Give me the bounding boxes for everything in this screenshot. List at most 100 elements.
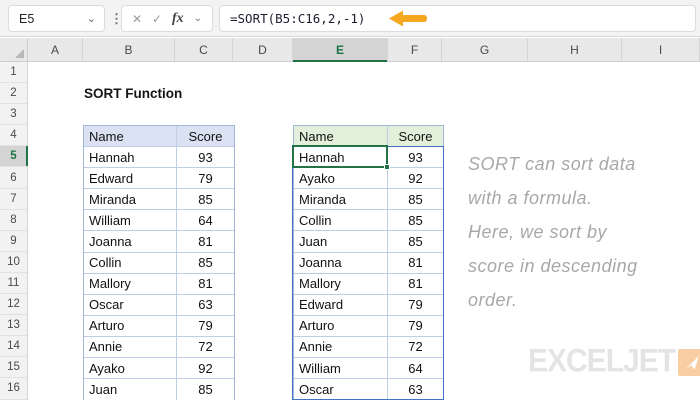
table-cell-score[interactable]: 93	[177, 147, 234, 169]
row-header-1[interactable]: 1	[0, 62, 27, 84]
column-header-C[interactable]: C	[175, 38, 233, 61]
table-cell-name[interactable]: Mallory	[294, 273, 388, 295]
drag-handle-icon: ⋮	[110, 10, 123, 26]
table-cell-score[interactable]: 81	[388, 252, 443, 274]
table-cell-name[interactable]: Collin	[84, 252, 177, 274]
select-all-corner[interactable]	[0, 38, 28, 61]
row-header-7[interactable]: 7	[0, 189, 27, 210]
table-cell-score[interactable]: 79	[388, 315, 443, 337]
table-cell-score[interactable]: 81	[177, 273, 234, 295]
page-title: SORT Function	[84, 86, 183, 101]
table-cell-name[interactable]: Collin	[294, 210, 388, 232]
table-cell-name[interactable]: Edward	[84, 168, 177, 190]
table-cell-name[interactable]: Juan	[294, 231, 388, 253]
table-cell-name[interactable]: Joanna	[84, 231, 177, 253]
column-header-G[interactable]: G	[442, 38, 528, 61]
formula-input[interactable]: =SORT(B5:C16,2,-1)	[219, 5, 696, 32]
table-cell-name[interactable]: William	[294, 358, 388, 380]
table-header-name[interactable]: Name	[294, 126, 388, 148]
table-cell-score[interactable]: 85	[177, 379, 234, 400]
row-header-13[interactable]: 13	[0, 315, 27, 337]
paper-plane-icon	[678, 348, 700, 376]
column-header-I[interactable]: I	[622, 38, 700, 61]
column-header-A[interactable]: A	[28, 38, 83, 61]
table-cell-score[interactable]: 63	[388, 379, 443, 400]
sorted-table: Name Score Hannah 93 Ayako 92 Miranda 85 Collin 8…	[293, 125, 444, 400]
table-cell-name[interactable]: Hannah	[294, 147, 388, 169]
table-cell-name[interactable]: Mallory	[84, 273, 177, 295]
row-headers: 1 2 3 4 5 6 7 8 9 10 11 12 13 14 15 16	[0, 62, 28, 400]
formula-buttons: ✕ ✓ fx ⌄	[121, 5, 213, 32]
table-cell-score[interactable]: 81	[177, 231, 234, 253]
table-cell-name[interactable]: William	[84, 210, 177, 232]
exceljet-logo: EXCELJET	[528, 343, 700, 380]
table-cell-name[interactable]: Juan	[84, 379, 177, 400]
table-cell-name[interactable]: Ayako	[84, 358, 177, 380]
table-cell-score[interactable]: 85	[388, 231, 443, 253]
name-box[interactable]: E5 ⌄	[8, 5, 105, 32]
excel-worksheet: E5 ⌄ ⋮ ✕ ✓ fx ⌄ =SORT(B5:C16,2,-1) ABCDE…	[0, 0, 700, 400]
column-header-E[interactable]: E	[293, 38, 388, 62]
table-cell-name[interactable]: Arturo	[84, 315, 177, 337]
row-header-11[interactable]: 11	[0, 273, 27, 295]
row-header-4[interactable]: 4	[0, 125, 27, 147]
table-cell-score[interactable]: 72	[388, 336, 443, 359]
row-header-10[interactable]: 10	[0, 252, 27, 273]
row-header-14[interactable]: 14	[0, 336, 27, 358]
row-header-8[interactable]: 8	[0, 210, 27, 231]
table-cell-score[interactable]: 79	[177, 315, 234, 337]
table-cell-name[interactable]: Arturo	[294, 315, 388, 337]
table-cell-score[interactable]: 72	[177, 336, 234, 359]
enter-icon[interactable]: ✓	[152, 12, 162, 26]
chevron-down-icon[interactable]: ⌄	[87, 12, 96, 25]
column-header-B[interactable]: B	[83, 38, 175, 61]
table-cell-name[interactable]: Oscar	[84, 294, 177, 316]
orange-arrow-annotation-icon	[389, 10, 427, 27]
column-header-H[interactable]: H	[528, 38, 622, 61]
row-header-2[interactable]: 2	[0, 83, 27, 105]
insert-function-icon[interactable]: fx	[172, 11, 184, 27]
name-box-value: E5	[19, 11, 35, 26]
table-cell-name[interactable]: Edward	[294, 294, 388, 316]
cancel-icon[interactable]: ✕	[132, 12, 142, 26]
table-cell-name[interactable]: Hannah	[84, 147, 177, 169]
column-header-F[interactable]: F	[388, 38, 442, 61]
table-cell-score[interactable]: 64	[388, 358, 443, 380]
table-cell-name[interactable]: Ayako	[294, 168, 388, 190]
table-cell-score[interactable]: 63	[177, 294, 234, 316]
row-header-3[interactable]: 3	[0, 104, 27, 126]
annotation-text: SORT can sort data with a formula. Here,…	[468, 154, 638, 310]
table-cell-score[interactable]: 92	[388, 168, 443, 190]
table-cell-score[interactable]: 64	[177, 210, 234, 232]
chevron-down-icon[interactable]: ⌄	[194, 13, 202, 24]
table-cell-name[interactable]: Miranda	[294, 189, 388, 211]
column-headers: ABCDEFGHI	[0, 38, 700, 62]
table-cell-score[interactable]: 85	[177, 252, 234, 274]
table-cell-score[interactable]: 93	[388, 147, 443, 169]
table-cell-score[interactable]: 79	[177, 168, 234, 190]
row-header-16[interactable]: 16	[0, 378, 27, 400]
formula-bar: E5 ⌄ ⋮ ✕ ✓ fx ⌄ =SORT(B5:C16,2,-1)	[0, 0, 700, 37]
row-header-12[interactable]: 12	[0, 294, 27, 316]
row-header-15[interactable]: 15	[0, 357, 27, 379]
column-header-D[interactable]: D	[233, 38, 293, 61]
table-header-score[interactable]: Score	[388, 126, 443, 148]
table-cell-score[interactable]: 85	[388, 210, 443, 232]
table-header-score[interactable]: Score	[177, 126, 234, 148]
table-cell-score[interactable]: 81	[388, 273, 443, 295]
table-header-name[interactable]: Name	[84, 126, 177, 148]
source-table: Name Score Hannah 93 Edward 79 Miranda 85 Willia…	[83, 125, 235, 400]
table-cell-name[interactable]: Joanna	[294, 252, 388, 274]
row-header-5[interactable]: 5	[0, 146, 28, 168]
table-cell-score[interactable]: 92	[177, 358, 234, 380]
table-cell-score[interactable]: 85	[177, 189, 234, 211]
table-cell-name[interactable]: Annie	[84, 336, 177, 359]
row-header-9[interactable]: 9	[0, 231, 27, 252]
logo-text: EXCELJET	[528, 343, 676, 380]
table-cell-score[interactable]: 79	[388, 294, 443, 316]
table-cell-score[interactable]: 85	[388, 189, 443, 211]
table-cell-name[interactable]: Miranda	[84, 189, 177, 211]
table-cell-name[interactable]: Annie	[294, 336, 388, 359]
table-cell-name[interactable]: Oscar	[294, 379, 388, 400]
row-header-6[interactable]: 6	[0, 167, 27, 189]
